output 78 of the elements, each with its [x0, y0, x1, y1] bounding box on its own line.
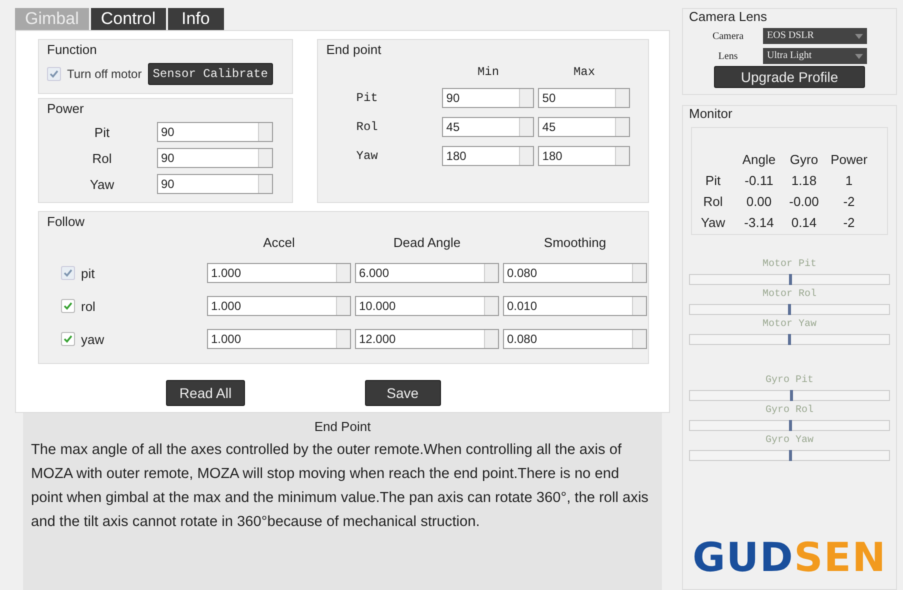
check-icon — [63, 334, 73, 344]
spin-field[interactable]: 180 — [442, 146, 534, 166]
spin-field[interactable]: 0.080 — [503, 329, 647, 349]
bar-label: Motor Rol — [761, 289, 818, 300]
group-title: Follow — [47, 214, 85, 229]
row-label: Rol — [702, 194, 724, 209]
upgrade-button[interactable]: Upgrade Profile — [714, 66, 866, 88]
checkbox[interactable] — [61, 299, 75, 313]
spin-field[interactable]: 12.000 — [355, 329, 499, 349]
table-cell-text: 1 — [844, 173, 854, 188]
column-header: Max — [572, 65, 596, 79]
spin-field[interactable]: 90 — [157, 122, 273, 142]
column-header: Accel — [262, 235, 296, 250]
spin-field[interactable]: 10.000 — [355, 296, 499, 316]
column-header: Dead Angle — [392, 235, 462, 250]
bar-label: Gyro Pit — [764, 375, 814, 386]
row-label: Rol — [356, 120, 379, 134]
caret-icon — [855, 54, 863, 58]
row-label: Pit — [704, 173, 722, 188]
dropdown[interactable]: EOS DSLR — [763, 28, 867, 44]
caret-icon — [855, 34, 863, 38]
action-button[interactable]: Save — [364, 380, 441, 406]
help-text: The max angle of all the axes controlled by the outer remote.When controlling all the axis of MOZA with outer remote, MOZA will stop moving when reach the end point.There is no end point when gimbal at the max and the minimum value.The pan axis can rotate 360°, the roll axis and the tilt axis cannot rotate in 360°because of mechanical struction. — [31, 441, 650, 532]
calibrate-button[interactable]: Sensor Calibrate — [148, 63, 273, 85]
row-label: Pit — [356, 91, 379, 105]
field-label: Lens — [717, 50, 739, 62]
row-label: Rol — [91, 150, 113, 166]
table-cell-text: 0.00 — [745, 194, 773, 209]
group-title: Camera Lens — [689, 9, 768, 24]
action-button[interactable]: Read All — [166, 380, 245, 406]
spin-field[interactable]: 50 — [538, 88, 630, 108]
row-label: Pit — [93, 124, 111, 140]
table-cell-text: -0.00 — [788, 194, 820, 209]
group-title: Monitor — [689, 106, 734, 121]
spin-field[interactable]: 90 — [157, 148, 273, 168]
row-label: Yaw — [356, 149, 379, 163]
help-title: End Point — [313, 419, 372, 434]
group-title: Function — [47, 42, 97, 57]
spin-field[interactable]: 90 — [157, 174, 273, 194]
check-icon — [49, 69, 59, 79]
table-cell-text: 0.14 — [790, 215, 818, 230]
bar-label: Motor Pit — [761, 259, 818, 270]
tab[interactable]: Info — [168, 8, 224, 30]
group-title: Power — [47, 101, 84, 116]
spin-field[interactable]: 1.000 — [207, 296, 351, 316]
checkbox-label: yaw — [81, 332, 104, 346]
spin-field[interactable]: 0.010 — [503, 296, 647, 316]
checkbox-label: pit — [81, 266, 95, 280]
bar-label: Gyro Yaw — [764, 435, 814, 446]
bar-label: Motor Yaw — [761, 319, 818, 330]
row-label: Yaw — [700, 215, 726, 230]
column-header: Gyro — [788, 152, 820, 167]
column-header: Min — [476, 65, 500, 79]
logo: GUDSEN — [691, 535, 888, 581]
spin-field[interactable]: 1.000 — [207, 329, 351, 349]
checkbox-label: rol — [81, 298, 96, 314]
tab[interactable]: Control — [90, 8, 166, 30]
table-cell-text: -2 — [842, 194, 856, 209]
check-icon — [63, 301, 73, 311]
table-cell-text: 1.18 — [790, 173, 818, 188]
bar-label: Gyro Rol — [764, 405, 814, 416]
spin-field[interactable]: 180 — [538, 146, 630, 166]
column-header: Angle — [741, 152, 777, 167]
spin-field[interactable]: 45 — [538, 117, 630, 137]
table-cell-text: -2 — [842, 215, 856, 230]
column-header: Power — [830, 152, 868, 167]
check-icon — [63, 268, 73, 278]
field-label: Camera — [711, 30, 745, 42]
group-title: End point — [326, 42, 382, 57]
row-label: Yaw — [88, 176, 116, 192]
checkbox[interactable] — [61, 332, 75, 346]
spin-field[interactable]: 45 — [442, 117, 534, 137]
column-header: Smoothing — [542, 235, 608, 250]
table-cell-text: -3.14 — [743, 215, 775, 230]
checkbox-label: Turn off motor — [67, 67, 142, 81]
dropdown[interactable]: Ultra Light — [763, 48, 867, 64]
spin-field[interactable]: 90 — [442, 88, 534, 108]
table-cell-text: -0.11 — [744, 173, 774, 188]
